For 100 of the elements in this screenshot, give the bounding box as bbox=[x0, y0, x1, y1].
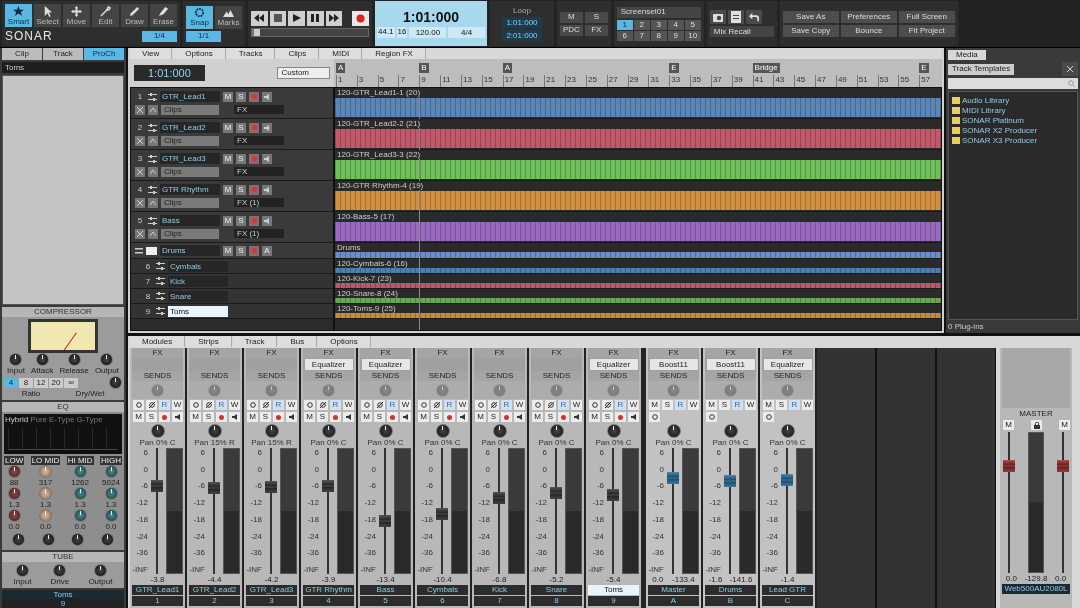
waveform-clip[interactable] bbox=[335, 160, 941, 179]
waveform-clip[interactable] bbox=[335, 298, 941, 303]
tool-button[interactable]: Draw bbox=[121, 4, 148, 27]
utility-button[interactable]: Fit Project bbox=[898, 24, 955, 37]
input-button[interactable] bbox=[247, 400, 258, 410]
marker-flag[interactable]: E bbox=[919, 63, 929, 73]
phase-button[interactable] bbox=[602, 400, 613, 410]
band-label[interactable]: HIGH bbox=[100, 456, 122, 465]
track-name-field[interactable]: GTR_Lead3 bbox=[160, 153, 220, 164]
pan-knob[interactable] bbox=[150, 424, 165, 438]
track-name-field[interactable]: Kick bbox=[168, 275, 228, 287]
automation-button[interactable] bbox=[148, 135, 158, 146]
utility-button[interactable]: Save Copy bbox=[782, 24, 839, 37]
edit-tool-button[interactable] bbox=[135, 135, 145, 146]
record-arm-button[interactable] bbox=[501, 412, 512, 422]
input-button[interactable] bbox=[304, 400, 315, 410]
write-button[interactable]: W bbox=[514, 400, 525, 410]
edit-tool-button[interactable] bbox=[135, 104, 145, 115]
inspector-tab[interactable]: Track bbox=[43, 48, 83, 60]
mute-button[interactable]: M bbox=[223, 245, 233, 256]
knob[interactable] bbox=[7, 465, 21, 478]
fader-thumb[interactable] bbox=[667, 472, 679, 485]
input-echo-button[interactable] bbox=[628, 412, 639, 422]
ratio-button[interactable]: 4 bbox=[4, 377, 18, 388]
media-tab[interactable]: Media bbox=[948, 50, 986, 60]
utility-button[interactable]: Full Screen bbox=[898, 10, 955, 23]
write-button[interactable]: W bbox=[343, 400, 354, 410]
play-button[interactable] bbox=[288, 10, 305, 26]
write-button[interactable]: W bbox=[628, 400, 639, 410]
menu-item[interactable]: Clips bbox=[276, 48, 320, 59]
collapse-icon[interactable] bbox=[135, 246, 143, 255]
lane-dropdown[interactable]: Clips bbox=[161, 135, 219, 146]
write-button[interactable]: W bbox=[229, 400, 240, 410]
input-button[interactable] bbox=[475, 400, 486, 410]
menu-item[interactable]: Bus bbox=[278, 336, 318, 347]
read-button[interactable]: R bbox=[330, 400, 341, 410]
edit-tool-button[interactable] bbox=[135, 197, 145, 208]
knob[interactable] bbox=[9, 353, 23, 366]
fader-thumb[interactable] bbox=[1057, 459, 1069, 472]
mute-button[interactable]: M bbox=[223, 215, 233, 226]
input-button[interactable] bbox=[133, 400, 144, 410]
strip-name[interactable]: Snare bbox=[531, 585, 582, 595]
search-field[interactable] bbox=[948, 78, 1078, 89]
tempo-field[interactable]: 120.00 bbox=[409, 27, 447, 38]
input-echo-button[interactable] bbox=[262, 91, 272, 102]
solo-button[interactable]: S bbox=[203, 412, 214, 422]
snap-resolution-dropdown[interactable]: 1/1 bbox=[186, 30, 222, 42]
solo-button[interactable]: S bbox=[317, 412, 328, 422]
input-echo-button[interactable] bbox=[571, 412, 582, 422]
lane-dropdown[interactable]: Clips bbox=[161, 228, 219, 239]
pan-knob[interactable] bbox=[723, 424, 738, 438]
write-button[interactable]: W bbox=[457, 400, 468, 410]
screenset-slot[interactable]: 9 bbox=[667, 30, 684, 41]
knob[interactable] bbox=[12, 533, 26, 546]
knob[interactable] bbox=[71, 533, 85, 546]
mute-button[interactable]: M bbox=[649, 400, 660, 410]
waveform-clip[interactable] bbox=[335, 222, 941, 241]
knob[interactable] bbox=[7, 487, 21, 500]
phase-button[interactable] bbox=[374, 400, 385, 410]
record-button[interactable] bbox=[352, 10, 370, 26]
menu-item[interactable]: Tracks bbox=[226, 48, 276, 59]
mute-button[interactable]: M bbox=[223, 153, 233, 164]
marker-flag[interactable]: E bbox=[669, 63, 679, 73]
waveform-clip[interactable] bbox=[335, 283, 941, 288]
solo-button[interactable]: S bbox=[431, 412, 442, 422]
pan-knob[interactable] bbox=[549, 424, 564, 438]
pan-knob[interactable] bbox=[666, 424, 681, 438]
fader-thumb[interactable] bbox=[724, 474, 736, 487]
input-echo-button[interactable] bbox=[400, 412, 411, 422]
folder-name[interactable]: MIDI Library bbox=[962, 105, 1006, 115]
screenset-slot[interactable]: 10 bbox=[684, 30, 701, 41]
utility-button[interactable]: Preferences bbox=[840, 10, 897, 23]
mute-button[interactable]: M bbox=[706, 400, 717, 410]
record-arm-button[interactable] bbox=[249, 245, 259, 256]
input-button[interactable] bbox=[649, 412, 660, 422]
output-field[interactable]: Web500AU2080L bbox=[1002, 584, 1070, 594]
track-name-field[interactable]: Snare bbox=[168, 290, 228, 302]
waveform-clip[interactable] bbox=[335, 252, 941, 258]
eq-mode-option[interactable]: E-Type bbox=[49, 415, 75, 424]
marker-flag[interactable]: Bridge bbox=[752, 63, 780, 73]
menu-item[interactable]: Region FX bbox=[363, 48, 426, 59]
fader-thumb[interactable] bbox=[151, 479, 163, 492]
solo-button[interactable]: S bbox=[236, 245, 246, 256]
menu-item[interactable]: Options bbox=[318, 336, 371, 347]
mix-button[interactable]: PDC bbox=[560, 24, 583, 36]
tool-button[interactable]: Move bbox=[63, 4, 90, 27]
screenset-slot[interactable]: 6 bbox=[616, 30, 633, 41]
pan-knob[interactable] bbox=[378, 424, 393, 438]
plugin-button[interactable]: Equalizer bbox=[763, 359, 812, 370]
rewind-button[interactable] bbox=[251, 10, 268, 26]
strip-name[interactable]: GTR_Lead2 bbox=[189, 585, 240, 595]
knob[interactable] bbox=[41, 533, 55, 546]
fx-field[interactable]: FX (1) bbox=[234, 198, 284, 207]
solo-button[interactable]: S bbox=[236, 153, 246, 164]
input-button[interactable] bbox=[763, 412, 774, 422]
strip-name[interactable]: Lead GTR bbox=[762, 585, 813, 595]
tool-button[interactable]: Erase bbox=[150, 4, 177, 27]
plugin-button[interactable]: Equalizer bbox=[304, 359, 353, 370]
track-name-field[interactable]: GTR_Lead2 bbox=[160, 122, 220, 133]
record-arm-button[interactable] bbox=[444, 412, 455, 422]
